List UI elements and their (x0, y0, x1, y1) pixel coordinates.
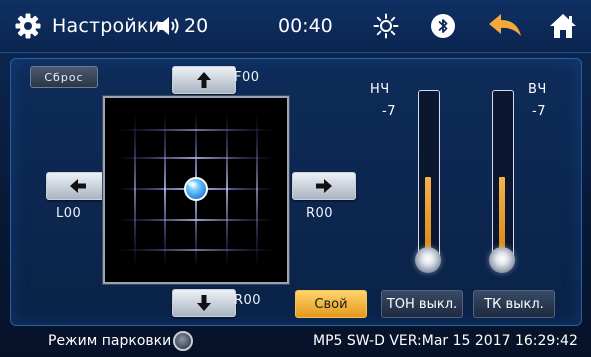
status-bar: Настройки 20 00:40 (0, 0, 591, 53)
bass-slider-fill (425, 177, 431, 251)
right-balance-value: R00 (306, 206, 334, 221)
fader-rear-button[interactable] (172, 289, 236, 317)
treble-slider[interactable] (489, 90, 515, 273)
bass-label: НЧ (370, 82, 390, 97)
balance-right-button[interactable] (292, 172, 356, 200)
fader-front-button[interactable] (172, 66, 236, 94)
arrow-down-icon (197, 295, 211, 311)
back-button[interactable] (487, 0, 523, 52)
bass-slider-knob[interactable] (415, 247, 441, 273)
volume-indicator[interactable] (156, 0, 182, 52)
settings-gear-button[interactable] (14, 0, 42, 52)
gear-icon (15, 13, 41, 39)
volume-icon (158, 17, 179, 35)
rear-fader-value: R00 (234, 293, 262, 308)
bass-value: -7 (382, 104, 396, 119)
parking-mode-label: Режим парковки (48, 333, 172, 349)
balance-grid (117, 112, 275, 268)
treble-value: -7 (532, 104, 546, 119)
clock: 00:40 (278, 15, 333, 37)
settings-screen: Настройки 20 00:40 Сброс F00 R00 L00 R00… (0, 0, 591, 357)
reset-button[interactable]: Сброс (30, 66, 98, 88)
bluetooth-button[interactable] (430, 0, 456, 52)
arrow-right-icon (316, 179, 332, 193)
arrow-left-icon (70, 179, 86, 193)
balance-fader-pad[interactable] (103, 96, 289, 284)
treble-slider-fill (499, 177, 505, 251)
bass-slider[interactable] (415, 90, 441, 273)
page-title: Настройки (52, 15, 162, 37)
brightness-button[interactable] (373, 0, 399, 52)
tone-toggle-button[interactable]: ТОН выкл. (381, 290, 463, 318)
parking-mode-toggle[interactable] (173, 331, 193, 351)
left-balance-value: L00 (56, 206, 82, 221)
treble-label: ВЧ (528, 82, 547, 97)
home-button[interactable] (548, 0, 578, 52)
brightness-icon (373, 13, 399, 39)
custom-preset-button[interactable]: Свой (295, 290, 367, 318)
balance-left-button[interactable] (46, 172, 110, 200)
firmware-version: MP5 SW-D VER:Mar 15 2017 16:29:42 (313, 333, 578, 349)
volume-level: 20 (184, 15, 209, 37)
treble-slider-knob[interactable] (489, 247, 515, 273)
home-icon (550, 14, 576, 38)
front-fader-value: F00 (234, 70, 260, 85)
arrow-up-icon (197, 72, 211, 88)
bluetooth-icon (431, 14, 455, 38)
back-icon (489, 14, 521, 36)
balance-position-knob (184, 177, 208, 201)
loudness-toggle-button[interactable]: ТК выкл. (473, 290, 555, 318)
